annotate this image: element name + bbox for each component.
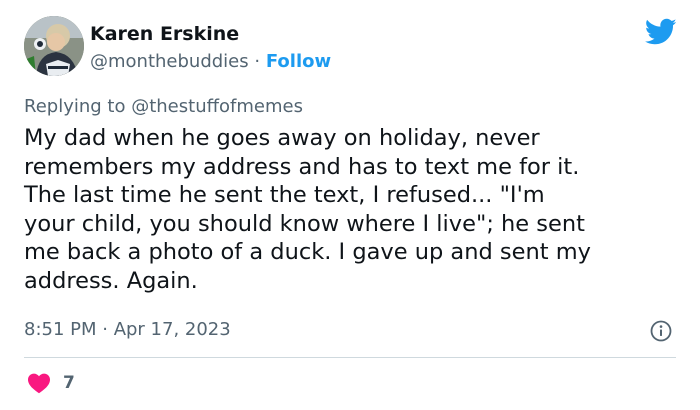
tweet-text-line: me back a photo of a duck. I gave up and… [24, 239, 591, 265]
avatar[interactable] [24, 16, 84, 76]
info-icon[interactable] [650, 320, 672, 342]
reply-prefix: Replying to [24, 96, 126, 117]
tweet-text: My dad when he goes away on holiday, nev… [24, 124, 684, 295]
reply-handle-link[interactable]: @thestuffofmemes [131, 96, 303, 117]
tweet-timestamp[interactable]: 8:51 PM · Apr 17, 2023 [24, 318, 231, 342]
heart-icon[interactable] [27, 372, 51, 394]
twitter-bird-icon[interactable] [645, 18, 677, 46]
like-count: 7 [63, 373, 75, 393]
tweet-text-line: address. Again. [24, 267, 198, 294]
author-handle-line: @monthebuddies · Follow [90, 50, 331, 74]
author-handle[interactable]: @monthebuddies [90, 51, 249, 72]
tweet-card: Karen Erskine @monthebuddies · Follow Re… [0, 0, 700, 410]
tweet-text-line: My dad when he goes away on holiday, nev… [24, 125, 540, 151]
tweet-text-line: remembers my address and has to text me … [24, 153, 580, 180]
divider [24, 357, 676, 358]
follow-button[interactable]: Follow [266, 51, 331, 72]
author-name[interactable]: Karen Erskine [90, 22, 239, 46]
tweet-text-line: your child, you should know where I live… [24, 210, 585, 237]
reply-context: Replying to @thestuffofmemes [24, 95, 303, 119]
tweet-text-line: The last time he sent the text, I refuse… [24, 182, 545, 208]
handle-separator: · [254, 51, 261, 72]
